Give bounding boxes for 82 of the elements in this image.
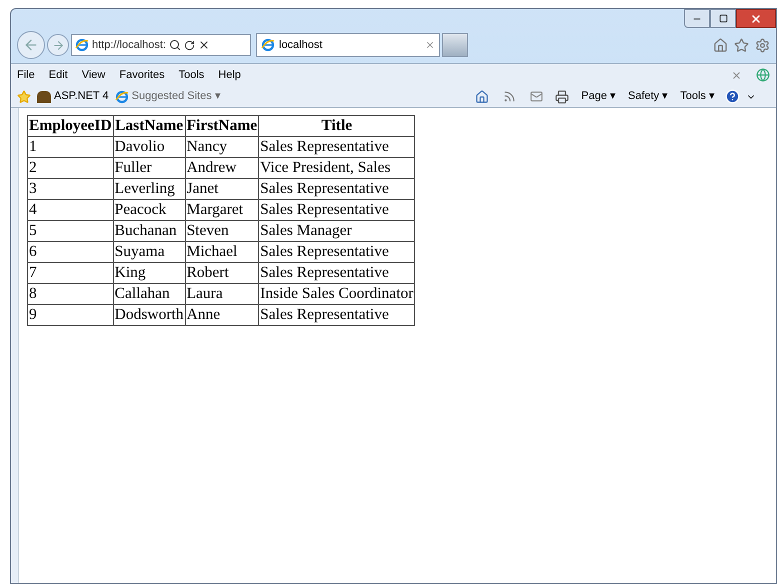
browser-logo-icon: [261, 38, 275, 52]
table-cell: 9: [28, 304, 114, 326]
menu-item[interactable]: Edit: [48, 66, 68, 84]
feeds-icon[interactable]: [503, 90, 516, 103]
table-cell: Davolio: [113, 136, 186, 158]
command-button[interactable]: Tools ▾: [680, 88, 715, 105]
settings-icon[interactable]: [755, 38, 770, 52]
column-header: EmployeeID: [28, 116, 114, 136]
refresh-icon[interactable]: [184, 40, 195, 50]
table-cell: Suyama: [113, 242, 186, 262]
table-cell: Nancy: [185, 136, 259, 158]
help-icon[interactable]: [725, 89, 740, 104]
forward-arrow-icon: [52, 38, 64, 52]
column-header: LastName: [113, 116, 186, 136]
table-cell: Steven: [185, 220, 259, 242]
favorite-link[interactable]: ASP.NET 4: [54, 88, 109, 105]
stop-icon[interactable]: [198, 39, 210, 51]
maximize-button[interactable]: [710, 9, 736, 28]
table-cell: Michael: [185, 242, 259, 262]
table-cell: 4: [28, 200, 114, 220]
table-cell: Sales Representative: [258, 304, 415, 326]
close-button[interactable]: [736, 9, 776, 28]
table-cell: Callahan: [113, 284, 186, 304]
table-cell: Andrew: [185, 158, 259, 178]
table-cell: 7: [28, 262, 114, 284]
new-tab-button[interactable]: [442, 33, 468, 57]
table-cell: 6: [28, 242, 114, 262]
browser-logo-icon: [114, 90, 129, 104]
table-cell: Buchanan: [113, 220, 186, 242]
forward-button[interactable]: [47, 34, 69, 56]
table-cell: Janet: [185, 178, 259, 200]
maximize-icon: [718, 14, 728, 23]
table-cell: Sales Manager: [258, 220, 415, 242]
column-header: Title: [258, 116, 415, 136]
url-text: http://localhost:: [92, 38, 166, 53]
close-icon[interactable]: [731, 70, 742, 80]
browser-tab[interactable]: localhost: [256, 33, 440, 57]
table-cell: Sales Representative: [258, 242, 415, 262]
tab-title: localhost: [279, 38, 324, 53]
command-button[interactable]: Page ▾: [581, 88, 616, 105]
menu-item[interactable]: Tools: [178, 66, 204, 84]
table-cell: Peacock: [113, 200, 186, 220]
table-cell: Anne: [185, 304, 259, 326]
menu-item[interactable]: View: [82, 66, 106, 84]
table-cell: Inside Sales Coordinator: [258, 284, 415, 304]
site-icon: [37, 90, 51, 102]
search-icon[interactable]: [169, 39, 181, 51]
command-button[interactable]: Safety ▾: [628, 88, 668, 105]
menu-item[interactable]: Favorites: [119, 66, 165, 84]
table-cell: 3: [28, 178, 114, 200]
table-cell: King: [113, 262, 186, 284]
table-cell: Fuller: [113, 158, 186, 178]
table-cell: Robert: [185, 262, 259, 284]
table-cell: Margaret: [185, 200, 259, 220]
table-cell: Leverling: [113, 178, 186, 200]
browser-logo-icon: [75, 38, 89, 52]
close-icon: [750, 12, 762, 24]
table-cell: Sales Representative: [258, 200, 415, 220]
home-icon[interactable]: [475, 90, 490, 104]
close-tab-icon[interactable]: [425, 40, 435, 50]
back-button[interactable]: [17, 31, 45, 59]
table-cell: Dodsworth: [113, 304, 186, 326]
table-cell: Laura: [185, 284, 259, 304]
table-cell: Sales Representative: [258, 262, 415, 284]
table-cell: Sales Representative: [258, 136, 415, 158]
table-cell: 1: [28, 136, 114, 158]
table-cell: 5: [28, 220, 114, 242]
globe-icon[interactable]: [756, 68, 770, 82]
column-header: FirstName: [185, 116, 259, 136]
mail-icon[interactable]: [530, 90, 544, 103]
favorite-link[interactable]: Suggested Sites ▾: [132, 88, 221, 105]
table-cell: 2: [28, 158, 114, 178]
table-cell: Vice President, Sales: [258, 158, 415, 178]
favorites-star-icon[interactable]: [17, 90, 31, 104]
menu-item[interactable]: File: [17, 66, 35, 84]
home-icon[interactable]: [713, 38, 728, 52]
address-bar[interactable]: http://localhost:: [71, 34, 251, 56]
table-cell: 8: [28, 284, 114, 304]
favorites-icon[interactable]: [734, 38, 749, 52]
menu-item[interactable]: Help: [218, 66, 241, 84]
print-icon[interactable]: [555, 90, 570, 104]
table-cell: Sales Representative: [258, 178, 415, 200]
